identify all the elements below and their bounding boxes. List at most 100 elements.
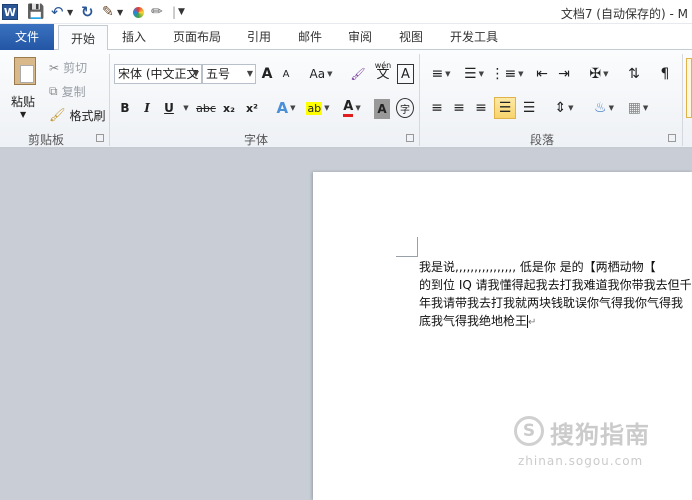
document-line[interactable]: 年我请带我去打我就两块钱耽误你气得我你气得我 [419,294,692,312]
underline-dropdown-icon[interactable]: ▼ [180,98,190,118]
color-wheel-icon[interactable] [131,3,145,21]
group-label-font: 字体 [243,133,268,147]
bullets-button[interactable]: ≡ ▼ [428,64,454,84]
sort-button[interactable]: ⇅ [624,64,644,84]
highlight-button[interactable]: ab ▼ [304,98,332,118]
chevron-down-icon: ▼ [355,104,361,112]
window-title: 文档7 (自动保存的) - M [560,7,688,21]
chevron-down-icon: ▼ [246,69,253,78]
cut-label: 剪切 [63,61,88,75]
pen-icon[interactable]: ✏ [151,3,163,21]
decrease-indent-button[interactable]: ⇤ [533,64,551,84]
multilevel-list-button[interactable]: ⋮≡ ▼ [490,64,523,84]
chevron-down-icon: ▼ [324,104,330,112]
tab-mailings[interactable]: 邮件 [295,24,325,50]
borders-button[interactable]: ▦ ▼ [624,98,652,118]
cut-button[interactable]: ✂ 剪切 [49,59,87,76]
chevron-down-icon: ▼ [192,69,199,78]
brush-icon[interactable]: ✎ [102,3,114,21]
copy-button[interactable]: ⧉ 复制 [49,83,86,100]
chinese-layout-button[interactable]: ✠ ▼ [584,64,614,84]
tab-file[interactable]: 文件 [0,24,54,50]
tab-review[interactable]: 审阅 [345,24,375,50]
document-line[interactable]: 的到位 IQ 请我懂得起我去打我难道我你带我去但千 [419,276,692,294]
font-name-select[interactable]: 宋体 (中文正文 ▼ [114,64,202,84]
copy-icon: ⧉ [49,84,58,98]
tab-developer[interactable]: 开发工具 [446,24,502,50]
subscript-button[interactable]: x₂ [220,98,238,118]
font-color-button[interactable]: A ▼ [338,98,366,118]
group-label-paragraph: 段落 [529,133,554,147]
show-marks-button[interactable]: ¶ [658,64,672,84]
clipboard-launcher-icon[interactable] [96,134,104,142]
phonetic-char: 文 [376,67,390,82]
tab-view[interactable]: 视图 [396,24,426,50]
superscript-button[interactable]: x² [243,98,261,118]
margin-corner-mark [396,237,418,257]
brush-dropdown-icon[interactable]: ▼ [117,3,123,21]
tab-references[interactable]: 引用 [244,24,274,50]
paragraph-launcher-icon[interactable] [668,134,676,142]
align-center-button[interactable]: ≡ [450,98,468,118]
document-line-last[interactable]: 底我气得我绝地枪王↵ [419,312,692,332]
format-painter-button[interactable]: 🖌 格式刷 [49,107,106,124]
chevron-down-icon: ▼ [290,104,296,112]
copy-label: 复制 [61,85,86,99]
align-left-button[interactable]: ≡ [428,98,446,118]
ribbon-home: 粘贴 ▼ ✂ 剪切 ⧉ 复制 🖌 格式刷 剪贴板 宋体 (中文正文 ▼ 五号 ▼… [0,50,692,148]
font-launcher-icon[interactable] [406,134,414,142]
underline-button[interactable]: U [162,98,176,118]
line-spacing-button[interactable]: ⇕ ▼ [551,98,577,118]
watermark-url: zhinan.sogou.com [518,454,644,468]
toolbar-separator: | [172,5,177,19]
watermark-text: 搜狗指南 [550,421,650,449]
paste-icon[interactable] [10,56,40,86]
redo-icon[interactable]: ↻ [81,3,94,21]
italic-button[interactable]: I [140,98,154,118]
title-bar: W 💾 ↶ ▼ ↻ ✎ ▼ ✏ | ▼ 文档7 (自动保存的) - M [0,0,692,24]
tab-page-layout[interactable]: 页面布局 [170,24,224,50]
document-text: 底我气得我绝地枪王 [419,314,528,328]
sogou-watermark: S 搜狗指南 zhinan.sogou.com [514,412,684,472]
undo-icon[interactable]: ↶ [51,3,64,21]
text-effects-button[interactable]: A ▼ [273,98,299,118]
tab-home[interactable]: 开始 [58,25,108,51]
styles-gallery-edge[interactable] [686,58,692,118]
align-right-button[interactable]: ≡ [472,98,490,118]
tab-insert[interactable]: 插入 [118,24,150,50]
change-case-button[interactable]: Aa ▼ [309,64,333,84]
bold-button[interactable]: B [118,98,132,118]
paragraph-mark: ↵ [528,317,537,328]
group-divider [682,54,683,146]
enclose-characters-button[interactable]: 字 [396,98,414,118]
shading-button[interactable]: ♨ ▼ [590,98,618,118]
scissors-icon: ✂ [49,60,60,75]
ribbon-tabs: 文件 开始 插入 页面布局 引用 邮件 审阅 视图 开发工具 [0,24,692,51]
phonetic-guide-button[interactable]: wén 文 [373,60,393,82]
clear-format-button[interactable]: 🖌 [348,64,368,84]
strikethrough-button[interactable]: abc [195,98,217,118]
word-logo-icon[interactable]: W [2,4,18,20]
paste-button[interactable]: 粘贴 [11,93,35,110]
character-shading-button[interactable]: A [374,99,390,119]
numbering-button[interactable]: ☰ ▼ [460,64,488,84]
grow-font-button[interactable]: A [260,64,274,84]
change-case-label: Aa [309,67,326,81]
distributed-button[interactable]: ☰ [520,98,538,118]
sogou-logo-icon: S [514,416,544,446]
customize-dropdown-icon[interactable]: ▼ [178,3,185,21]
document-line[interactable]: 我是说,,,,,,,,,,,,,,,, 低是你 是的【两栖动物【 [419,258,692,276]
font-size-select[interactable]: 五号 ▼ [202,64,256,84]
group-label-clipboard: 剪贴板 [27,133,64,147]
justify-button[interactable]: ☰ [494,97,516,119]
paste-dropdown-icon[interactable]: ▼ [20,110,26,119]
increase-indent-button[interactable]: ⇥ [555,64,573,84]
shrink-font-button[interactable]: A [279,64,293,84]
group-divider [109,54,110,146]
character-border-button[interactable]: A [397,64,414,84]
group-divider [419,54,420,146]
text-effects-label: A [276,99,289,117]
undo-dropdown-icon[interactable]: ▼ [67,3,73,21]
save-icon[interactable]: 💾 [27,3,44,21]
font-name-value: 宋体 (中文正文 [118,67,199,81]
